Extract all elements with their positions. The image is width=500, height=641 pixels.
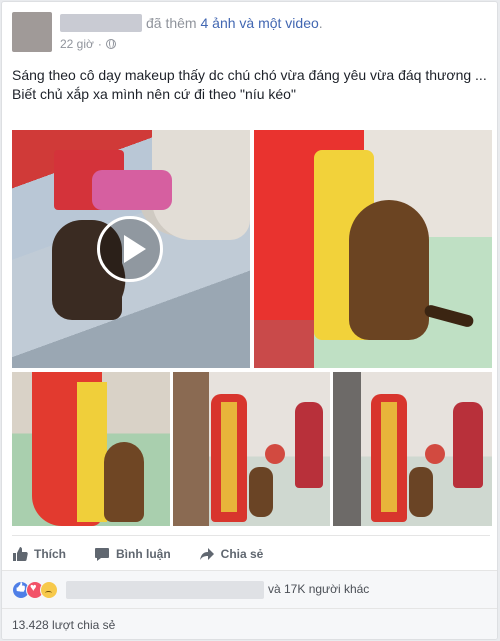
like-label: Thích [34,547,66,561]
meta-separator: · [97,37,102,51]
skirt-shape [92,170,172,210]
comment-icon [95,548,109,561]
comment-label: Bình luận [116,547,171,561]
photo-4[interactable] [173,372,330,526]
dog-shape [104,442,144,522]
post-meta: 22 giờ · [60,37,116,51]
reaction-icons[interactable] [12,581,58,599]
play-icon[interactable] [97,216,163,282]
reactor-names-redacted[interactable] [66,581,264,599]
photo-3[interactable] [12,372,170,526]
media-link[interactable]: 4 ảnh và một video [200,15,318,31]
fan-shape [265,444,285,464]
globe-icon[interactable] [105,39,116,49]
tail-shape [423,303,475,329]
photo-5[interactable] [333,372,492,526]
share-label: Chia sẻ [220,547,264,561]
action-prefix: đã thêm [146,15,201,31]
share-count[interactable]: 13.428 lượt chia sẻ [12,618,115,632]
post-action-text: đã thêm 4 ảnh và một video. [146,15,323,31]
sad-reaction-icon[interactable] [40,581,58,599]
shares-bar: 13.428 lượt chia sẻ [2,608,497,639]
share-button[interactable]: Chia sẻ [199,546,264,562]
dog-shape [349,200,429,340]
gold-pattern-shape [221,402,237,512]
comment-button[interactable]: Bình luận [94,546,171,562]
gold-pattern-shape [381,402,397,512]
reactions-bar: và 17K người khác [2,570,497,609]
author-name-redacted[interactable] [60,14,142,32]
video-thumbnail[interactable] [12,130,250,368]
post-text-line-1: Sáng theo cô dạy makeup thấy dc chú chó … [12,67,487,83]
thumbs-up-icon [13,547,28,561]
action-bar: Thích Bình luận Chia sẻ [12,541,490,567]
reaction-others-count[interactable]: và 17K người khác [268,582,369,596]
divider [12,535,490,536]
girl-shape [453,402,483,488]
girl-shape [295,402,323,488]
post-text-line-2: Biết chủ xắp xa mình nên cứ đi theo "níu… [12,86,296,102]
like-button[interactable]: Thích [12,546,66,562]
man-shape [333,372,361,526]
post-card: đã thêm 4 ảnh và một video. 22 giờ · Sán… [1,1,498,640]
post-header: đã thêm 4 ảnh và một video. 22 giờ · [12,12,492,60]
photo-2[interactable] [254,130,492,368]
action-suffix: . [318,15,323,31]
dog-shape [409,467,433,517]
avatar[interactable] [12,12,52,52]
dog-shape [249,467,273,517]
timestamp[interactable]: 22 giờ [60,37,94,51]
post-text: Sáng theo cô dạy makeup thấy dc chú chó … [12,66,490,104]
fan-shape [425,444,445,464]
share-icon [199,548,214,560]
pants-shape [77,382,107,522]
door-shape [173,372,209,526]
